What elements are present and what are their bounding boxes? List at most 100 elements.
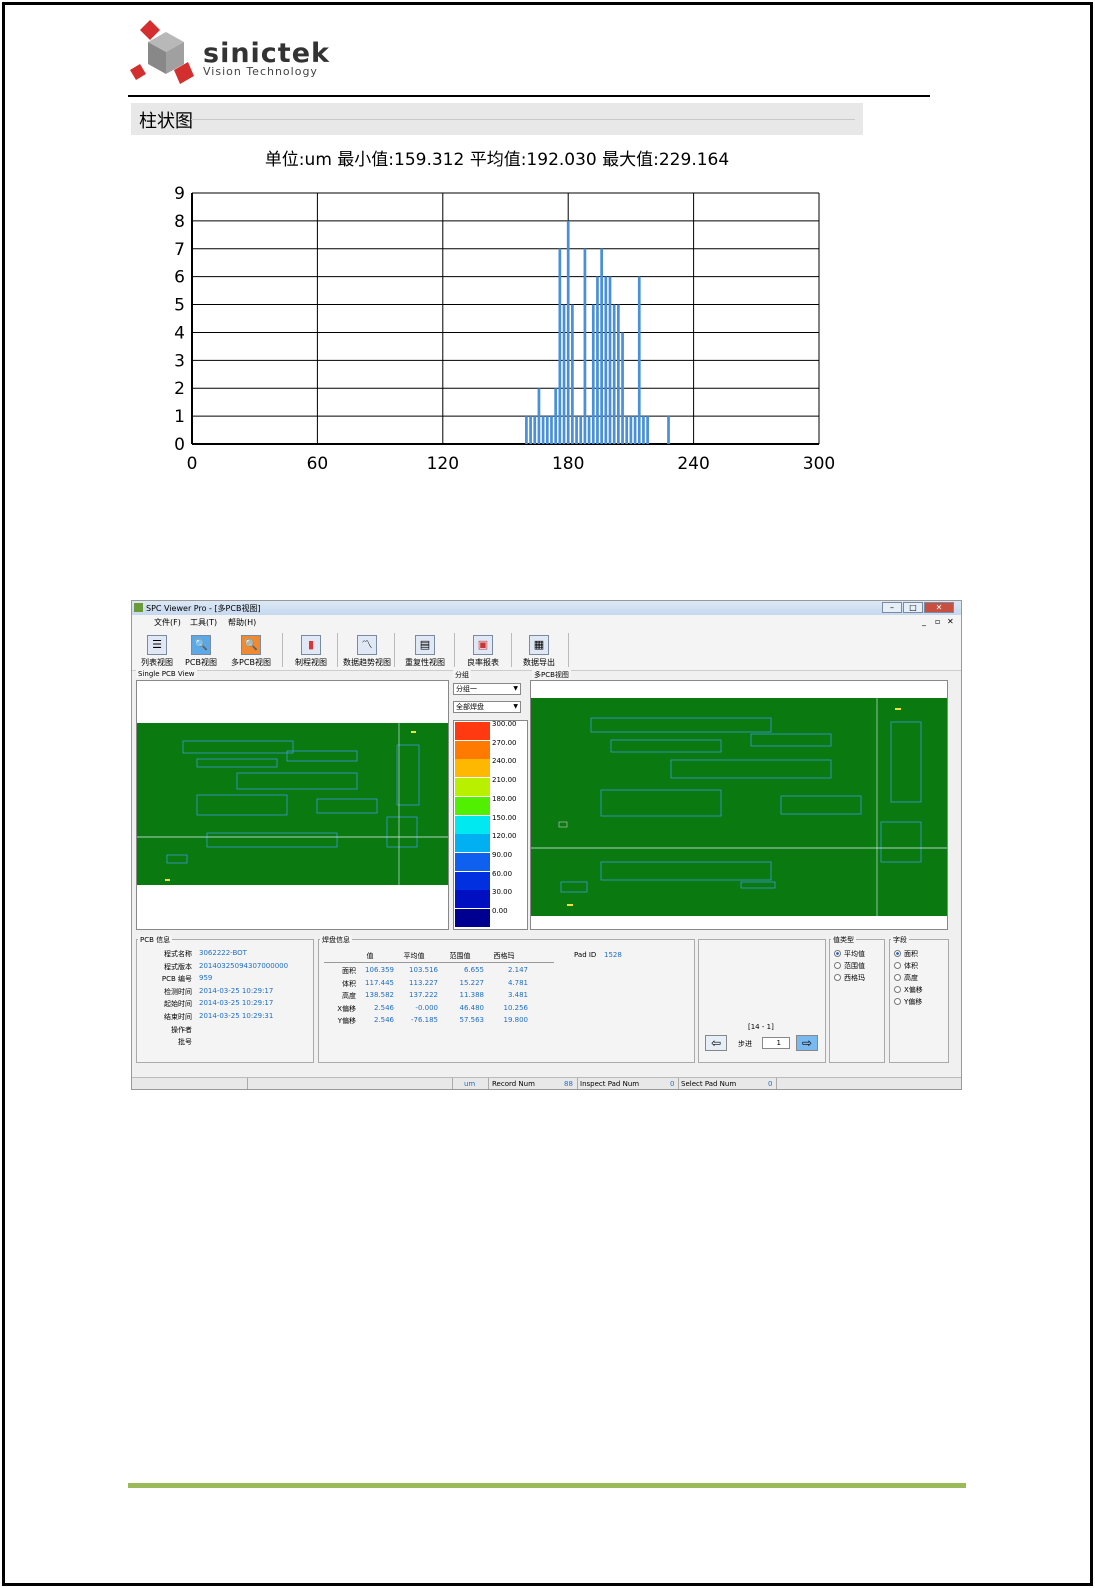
radio-label: 范围值 [844, 962, 865, 970]
value-type-title: 值类型 [831, 935, 856, 945]
step-spinner[interactable]: 1 [762, 1037, 790, 1049]
sinictek-logo [130, 20, 194, 84]
pad-table-cell: 117.445 [365, 978, 394, 987]
pad-select-value: 全部焊盘 [456, 703, 484, 711]
legend-label: 120.00 [492, 832, 517, 841]
data-export-button[interactable]: ▦ 数据导出 [514, 631, 564, 669]
legend-swatch [455, 834, 490, 853]
group-select[interactable]: 分组一 ▼ [453, 683, 521, 695]
menu-tools[interactable]: 工具(T) [190, 617, 217, 628]
histogram-bar [537, 388, 541, 444]
histogram-bar [545, 416, 549, 444]
y-tick-label: 1 [174, 407, 185, 427]
histogram-bar [583, 248, 587, 444]
radio-dot [894, 998, 901, 1005]
legend-swatch [455, 871, 490, 890]
list-view-button[interactable]: ☰ 列表视图 [136, 631, 178, 669]
record-num-label: Record Num [492, 1080, 535, 1088]
pad-table-cell: -76.185 [410, 1016, 438, 1024]
pad-table-cell: 137.222 [409, 991, 438, 999]
value_type-radio-1[interactable]: 范围值 [834, 961, 865, 971]
y-tick-label: 6 [174, 268, 185, 288]
single-pcb-canvas[interactable] [136, 680, 449, 930]
status-separator [488, 1078, 489, 1089]
pad-table-header: 西格玛 [493, 952, 515, 960]
single-pcb-view-label: Single PCB View [136, 670, 197, 678]
trend-view-button[interactable]: 〽数据趋势视图 [340, 631, 394, 669]
field-radio-4[interactable]: Y偏移 [894, 997, 922, 1007]
toolbar-separator [511, 633, 512, 667]
radio-label: 西格玛 [844, 974, 865, 982]
select-pad-value: 0 [768, 1080, 773, 1088]
toolbar-separator [282, 633, 283, 667]
inspect-pad-label: Inspect Pad Num [580, 1080, 640, 1088]
pcb-view-button[interactable]: 🔍 PCB视图 [180, 631, 222, 669]
toolbar-separator [568, 633, 569, 667]
pad-table-cell: 10.256 [503, 1003, 529, 1012]
yield-report-button[interactable]: ▣ 良率报表 [458, 631, 508, 669]
radio-label: Y偏移 [904, 998, 923, 1006]
minimize-button[interactable]: – [882, 602, 902, 613]
histogram-bar [621, 332, 624, 444]
nav-range: [14 - 1] [748, 1023, 774, 1031]
status-separator [776, 1078, 777, 1089]
histogram-bar [533, 416, 537, 444]
y-tick-label: 8 [174, 212, 185, 232]
pad-table-cell: 3.481 [507, 991, 528, 999]
x-tick-label: 240 [677, 454, 709, 474]
pad-table-cell: 46.480 [459, 1003, 485, 1012]
footer-rule [128, 1483, 966, 1488]
repeatability-view-button[interactable]: ▤ 重复性视图 [398, 631, 452, 669]
legend-label: 180.00 [492, 794, 517, 803]
menu-file[interactable]: 文件(F) [154, 617, 181, 628]
maximize-button[interactable]: □ [903, 602, 923, 613]
multi-pcb-canvas[interactable] [530, 680, 948, 930]
toolbar-separator [454, 633, 455, 667]
prev-arrow-button[interactable]: ⇦ [705, 1035, 727, 1051]
menu-help[interactable]: 帮助(H) [228, 617, 256, 628]
value_type-radio-2[interactable]: 西格玛 [834, 973, 865, 983]
inspect-pad-value: 0 [670, 1080, 675, 1088]
x-tick-label: 60 [307, 454, 329, 474]
export-icon: ▦ [529, 635, 549, 655]
histogram-panel: 柱状图 单位:um 最小值:159.312 平均值:192.030 最大值:22… [131, 103, 863, 496]
mdi-close-icon[interactable]: ✕ [947, 617, 954, 626]
pad-table-cell: 106.359 [365, 966, 394, 974]
value_type-radio-0[interactable]: 平均值 [834, 949, 865, 959]
field-radio-3[interactable]: X偏移 [894, 985, 923, 995]
pad-table-cell: 2.546 [373, 1003, 394, 1012]
legend-label: 270.00 [492, 738, 517, 747]
pad-table-cell: 4.781 [507, 978, 528, 987]
histogram-bar [562, 304, 566, 444]
pad-table-cell: 11.388 [459, 991, 485, 999]
field-radio-0[interactable]: 面积 [894, 949, 918, 959]
repeatability-icon: ▤ [415, 635, 435, 655]
radio-dot [834, 974, 841, 981]
radio-dot [894, 950, 901, 957]
x-tick-label: 0 [187, 454, 198, 474]
pad-select[interactable]: 全部焊盘 ▼ [453, 701, 521, 713]
field-radio-1[interactable]: 体积 [894, 961, 918, 971]
y-tick-label: 7 [174, 240, 185, 260]
process-view-button[interactable]: ▮ 制程视图 [288, 631, 334, 669]
pcb-info-value: 3062222-BOT [199, 949, 247, 957]
field-radio-2[interactable]: 高度 [894, 973, 918, 983]
next-arrow-button[interactable]: ⇨ [796, 1035, 818, 1051]
multi-pcb-view-button[interactable]: 🔍 多PCB视图 [224, 631, 278, 669]
group-select-value: 分组一 [456, 685, 477, 693]
histogram-bar [554, 388, 558, 444]
spc-viewer-window: SPC Viewer Pro - [多PCB视图] – □ ✕ 文件(F) 工具… [131, 600, 962, 1090]
histogram-bar [646, 416, 649, 444]
mdi-restore-icon[interactable]: ▫ [935, 617, 940, 626]
list-view-icon: ☰ [147, 635, 167, 655]
legend-label: 150.00 [492, 813, 517, 822]
pad-table-row-label: 高度 [342, 992, 356, 1000]
histogram-bar [541, 416, 545, 444]
header-rule [128, 95, 930, 97]
legend-label: 210.00 [492, 776, 517, 785]
close-button[interactable]: ✕ [924, 602, 954, 613]
pad-table-header: 值 [366, 952, 374, 960]
menu-bar: 文件(F) 工具(T) 帮助(H) _ ▫ ✕ [132, 615, 961, 629]
pad-table-row-label: 体积 [342, 979, 356, 988]
mdi-minimize-icon[interactable]: _ [922, 617, 926, 626]
